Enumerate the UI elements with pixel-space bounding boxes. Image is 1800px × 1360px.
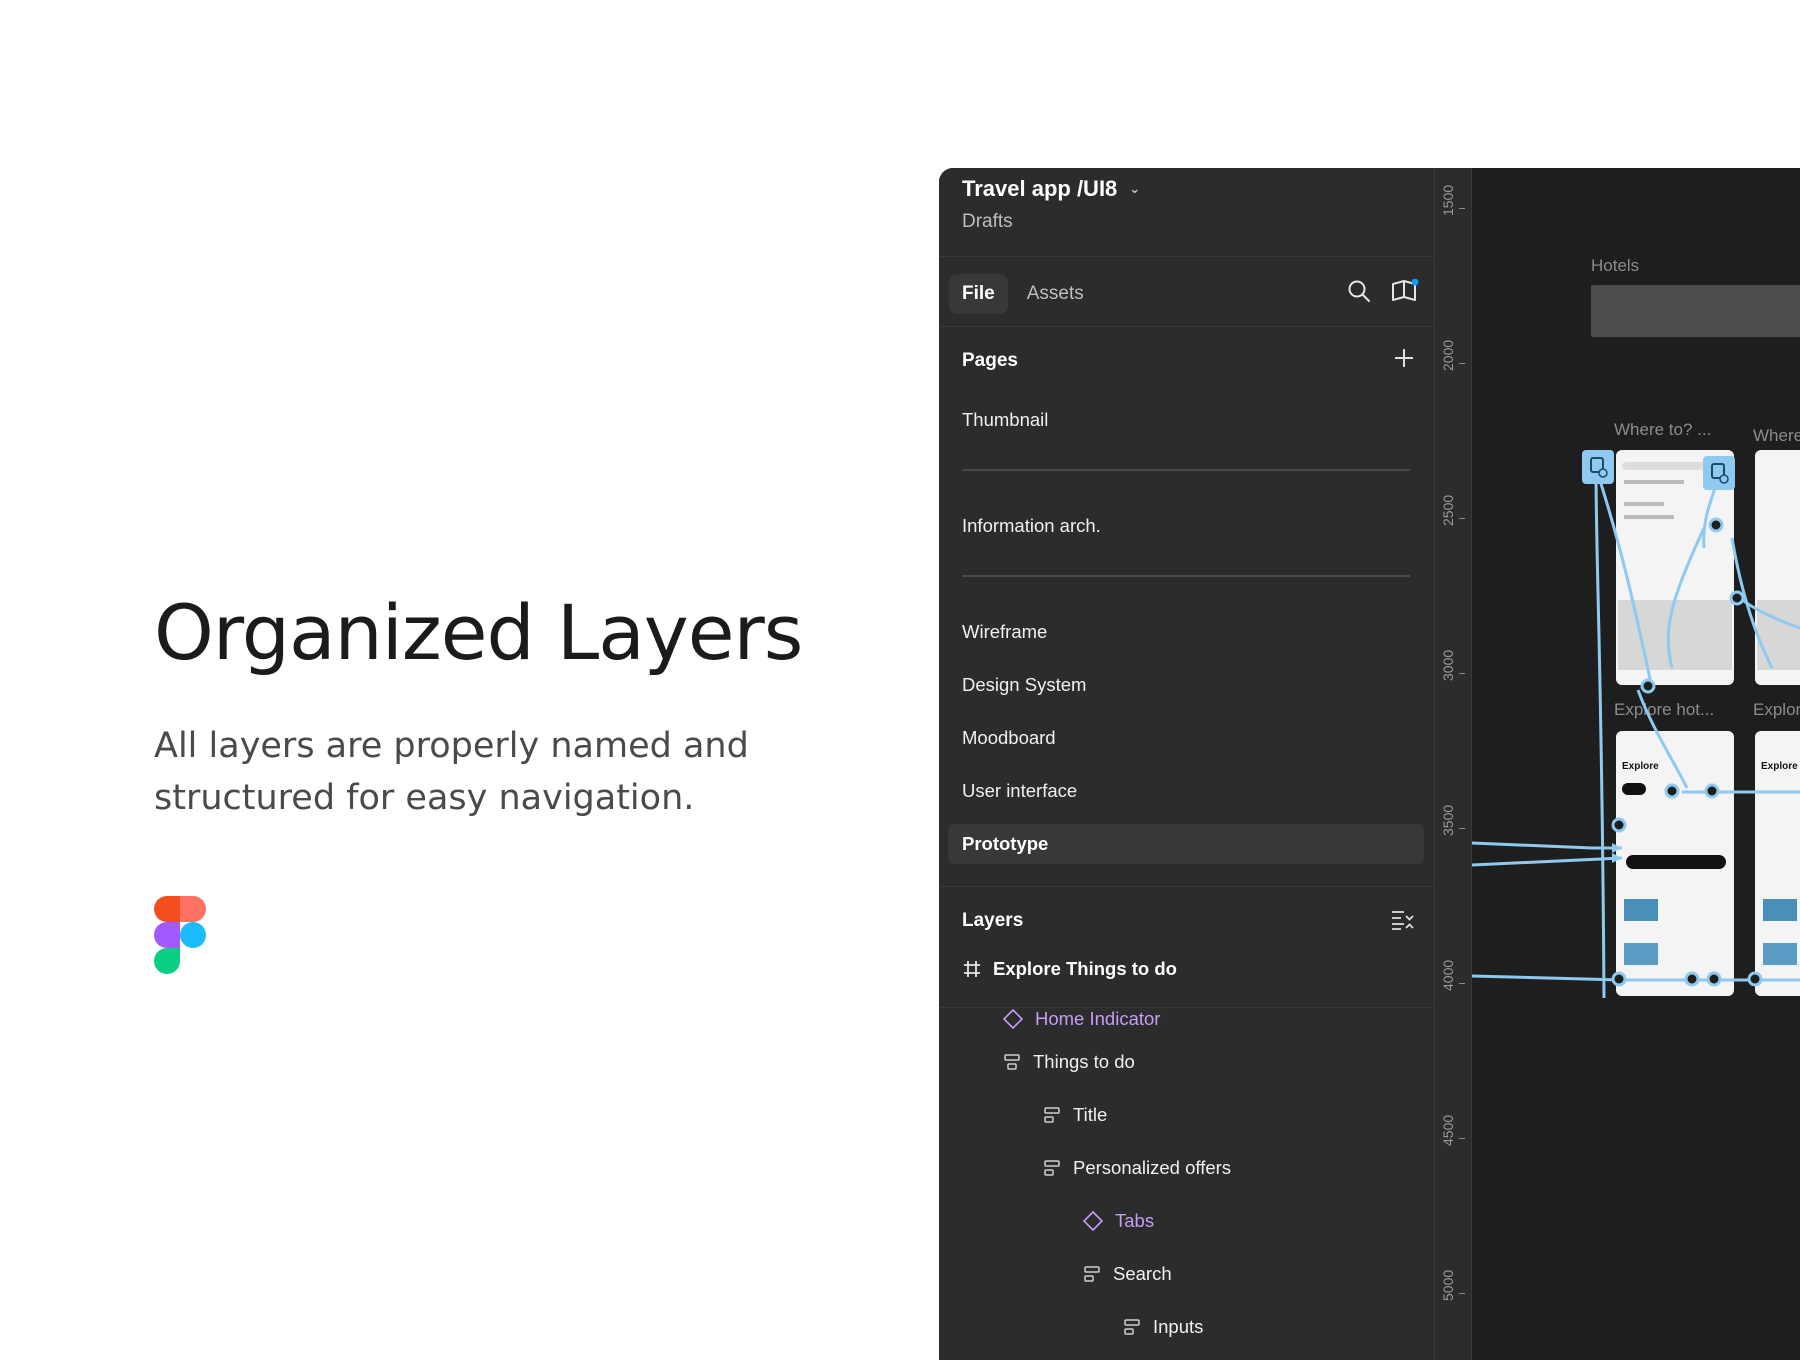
page-item-wireframe[interactable]: Wireframe [962,621,1047,643]
page-item-information-arch[interactable]: Information arch. [962,515,1101,537]
ruler-label: 5000 [1440,1269,1456,1301]
ruler-label: 3500 [1440,804,1456,836]
layer-label: Search [1113,1263,1172,1284]
layer-row-component[interactable]: Home Indicator [1003,1008,1160,1030]
page-item-design-system[interactable]: Design System [962,674,1086,696]
file-title: Travel app /UI8 [962,176,1118,201]
ruler-tick [1459,1138,1465,1139]
component-instance-icon [1003,1009,1023,1029]
ruler-tick [1459,1293,1465,1294]
ruler-label: 2500 [1440,494,1456,526]
layer-row-frame[interactable]: Explore Things to do [963,958,1177,980]
component-instance-icon [1083,1211,1103,1231]
page-item-moodboard[interactable]: Moodboard [962,727,1056,749]
layer-label: Home Indicator [1035,1008,1161,1029]
chevron-down-icon: ⌄ [1129,181,1141,196]
file-location[interactable]: Drafts [962,211,1013,233]
panel-tabs: File Assets [949,274,1097,314]
search-icon[interactable] [1347,279,1371,308]
frame-icon [964,961,980,977]
divider [939,886,1434,887]
page-item-user-interface[interactable]: User interface [962,780,1077,802]
ruler-tick [1459,673,1465,674]
page-separator [962,575,1410,577]
ruler-tick [1459,983,1465,984]
ruler-tick [1459,828,1465,829]
tab-file[interactable]: File [949,274,1008,314]
library-icon[interactable] [1391,278,1419,308]
ruler-label: 4000 [1440,959,1456,991]
figma-window: Travel app /UI8 ⌄ Drafts File Assets Pag… [939,168,1800,1360]
tab-assets[interactable]: Assets [1014,274,1097,314]
prototype-connections [1472,450,1800,999]
divider [939,256,1434,257]
design-canvas[interactable]: Hotels Where to? ... Where Explore hot..… [1472,168,1800,1360]
auto-layout-icon [1124,1319,1140,1335]
vertical-ruler[interactable]: 1500 2000 2500 3000 3500 4000 4500 5000 [1435,168,1472,1360]
layer-label: Explore Things to do [993,958,1177,979]
ruler-label: 2000 [1440,339,1456,371]
layer-label: Inputs [1153,1316,1204,1337]
ruler-tick [1459,518,1465,519]
plus-icon[interactable] [1392,346,1416,375]
auto-layout-icon [1044,1160,1060,1176]
auto-layout-icon [1004,1054,1020,1070]
layer-label: Tabs [1115,1210,1155,1231]
ruler-label: 1500 [1440,184,1456,216]
layer-row-auto-layout[interactable]: Things to do [1003,1051,1135,1073]
collapse-layers-icon[interactable] [1390,909,1414,936]
hero-title: Organized Layers [154,588,803,677]
layer-label: Things to do [1033,1051,1135,1072]
layer-row-component[interactable]: Tabs [1083,1210,1154,1232]
ruler-tick [1459,208,1465,209]
pages-heading: Pages [962,350,1018,371]
auto-layout-icon [1084,1266,1100,1282]
layer-label: Personalized offers [1073,1157,1232,1178]
ruler-label: 3000 [1440,649,1456,681]
auto-layout-icon [1044,1107,1060,1123]
ruler-tick [1459,363,1465,364]
file-name-menu[interactable]: Travel app /UI8 ⌄ [962,176,1140,202]
layer-label: Title [1073,1104,1108,1125]
tab-toolbar [1347,278,1419,308]
page-separator [962,469,1410,471]
layer-row-auto-layout[interactable]: Search [1083,1263,1172,1285]
left-sidebar: Travel app /UI8 ⌄ Drafts File Assets Pag… [939,168,1435,1360]
layers-heading: Layers [962,910,1024,931]
page-item-thumbnail[interactable]: Thumbnail [962,409,1048,431]
hero-subtitle: All layers are properly named and struct… [154,726,749,818]
figma-logo [154,896,206,974]
divider [939,326,1434,327]
ruler-label: 4500 [1440,1114,1456,1146]
page-item-prototype[interactable]: Prototype [962,833,1048,855]
layer-row-auto-layout[interactable]: Inputs [1123,1316,1203,1338]
layer-row-auto-layout[interactable]: Personalized offers [1043,1157,1231,1179]
layer-row-auto-layout[interactable]: Title [1043,1104,1107,1126]
